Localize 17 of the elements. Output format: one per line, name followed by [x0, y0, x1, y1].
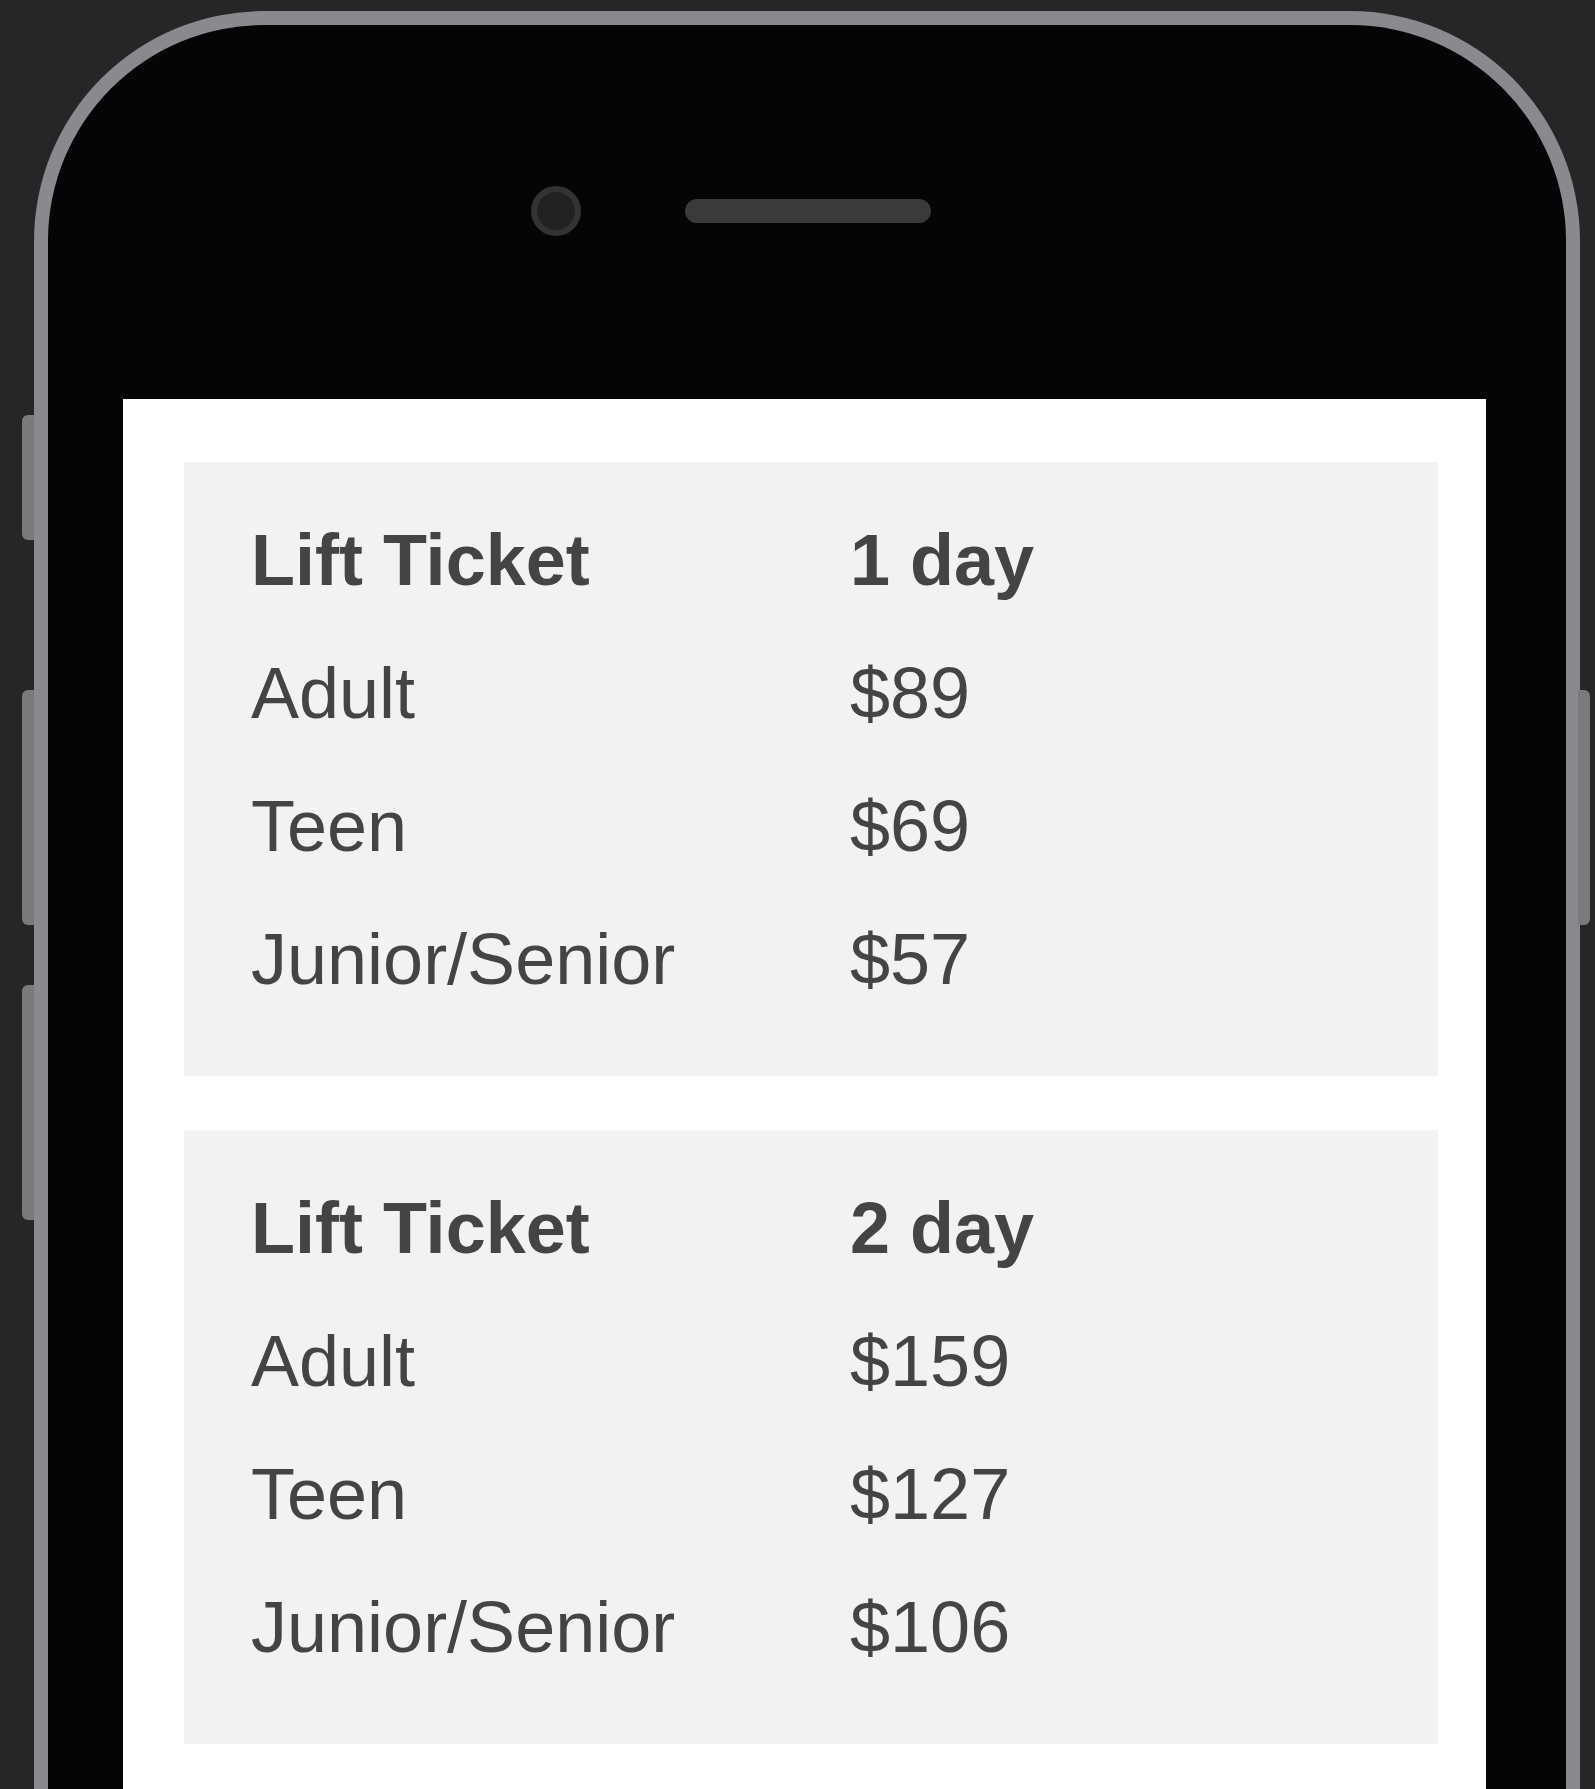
- table-cell-text: Junior/Senior: [251, 917, 677, 1001]
- table-cell-text: $159: [850, 1319, 1011, 1403]
- table-header-cell-text: Lift Ticket: [251, 518, 591, 602]
- table-cell-text: $69: [850, 784, 971, 868]
- table-cell-text: $57: [850, 917, 971, 1001]
- table-cell-text: Adult: [251, 1319, 417, 1403]
- table-header-cell-text: Lift Ticket: [251, 1186, 591, 1270]
- table-cell-text: Junior/Senior: [251, 1585, 677, 1669]
- front-camera-drawing: [531, 186, 581, 236]
- table-header-cell-text: 1 day: [850, 518, 1035, 602]
- table-header-cell-text: 2 day: [850, 1186, 1035, 1270]
- table-cell-text: Teen: [251, 1452, 409, 1536]
- table-cell-text: Teen: [251, 784, 409, 868]
- table-cell-text: $89: [850, 651, 971, 735]
- table-cell-text: $106: [850, 1585, 1011, 1669]
- table-cell-text: Adult: [251, 651, 417, 735]
- table-cell-text: $127: [850, 1452, 1011, 1536]
